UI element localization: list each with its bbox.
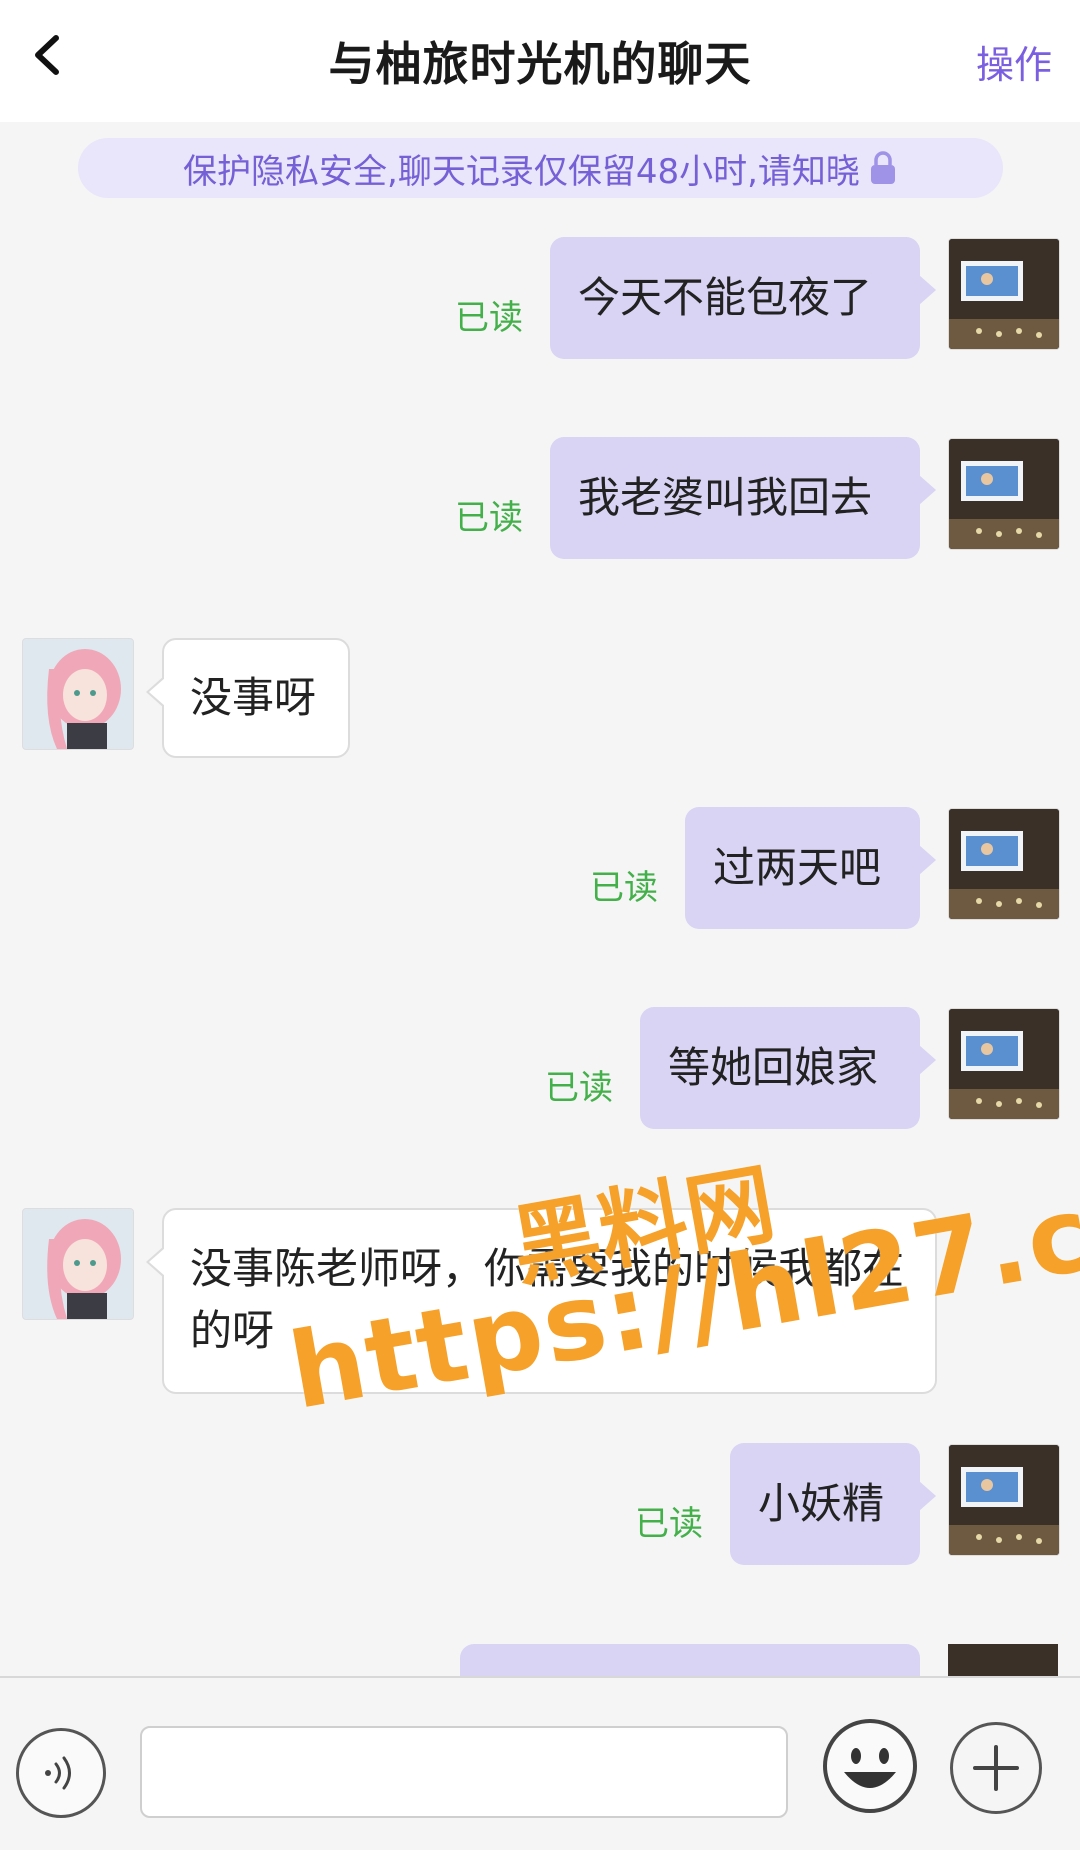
- avatar[interactable]: [22, 638, 134, 750]
- message-text: 今天不能包夜了: [578, 273, 873, 322]
- emoji-button[interactable]: [820, 1716, 920, 1816]
- voice-input-button[interactable]: [16, 1728, 106, 1818]
- message-bubble-sent[interactable]: 我老婆叫我回去: [550, 437, 936, 559]
- privacy-notice-text: 保护隐私安全,聊天记录仅保留48小时,请知晓: [183, 151, 860, 192]
- message-text: 我老婆叫我回去: [578, 473, 873, 522]
- more-options-button[interactable]: [950, 1722, 1042, 1814]
- read-status: 已读: [545, 1068, 613, 1108]
- chat-header: 与柚旅时光机的聊天 操作: [0, 0, 1080, 122]
- tv-avatar-image: [949, 1445, 1059, 1555]
- tv-avatar-image: [949, 239, 1059, 349]
- message-text: 没事呀: [190, 673, 317, 722]
- page-title: 与柚旅时光机的聊天: [328, 37, 752, 91]
- read-status: 已读: [635, 1504, 703, 1544]
- smiley-face-icon: [823, 1719, 917, 1813]
- read-status: 已读: [590, 868, 658, 908]
- tv-avatar-image: [949, 439, 1059, 549]
- privacy-notice: 保护隐私安全,聊天记录仅保留48小时,请知晓: [78, 138, 1003, 198]
- avatar[interactable]: [948, 438, 1060, 550]
- read-status: 已读: [455, 298, 523, 338]
- avatar[interactable]: [948, 808, 1060, 920]
- voice-wave-icon: [45, 1756, 71, 1790]
- message-bubble-sent[interactable]: 今天不能包夜了: [550, 237, 936, 359]
- chevron-left-icon: [35, 35, 59, 75]
- message-text: 过两天吧: [713, 843, 882, 892]
- message-text: 等她回娘家: [668, 1043, 879, 1092]
- message-bubble-partial[interactable]: [460, 1644, 920, 1678]
- lock-icon: [870, 151, 895, 184]
- anime-girl-avatar-image: [23, 1209, 133, 1319]
- message-bubble-sent[interactable]: 等她回娘家: [640, 1007, 936, 1129]
- message-text: 没事陈老师呀，你需要我的时候我都在的呀: [190, 1244, 905, 1355]
- avatar[interactable]: [22, 1208, 134, 1320]
- anime-girl-avatar-image: [23, 639, 133, 749]
- message-bubble-sent[interactable]: 小妖精: [730, 1443, 936, 1565]
- back-button[interactable]: [22, 20, 72, 90]
- message-input[interactable]: [140, 1726, 788, 1818]
- avatar-partial: [948, 1644, 1058, 1678]
- avatar[interactable]: [948, 1008, 1060, 1120]
- message-bubble-sent[interactable]: 过两天吧: [685, 807, 936, 929]
- composer-bar: [0, 1676, 1080, 1850]
- message-bubble-received[interactable]: 没事呀: [146, 638, 350, 758]
- message-text: 小妖精: [758, 1479, 885, 1528]
- avatar[interactable]: [948, 238, 1060, 350]
- tv-avatar-image: [949, 1009, 1059, 1119]
- message-bubble-received[interactable]: 没事陈老师呀，你需要我的时候我都在的呀: [146, 1208, 937, 1394]
- tv-avatar-image: [949, 809, 1059, 919]
- avatar[interactable]: [948, 1444, 1060, 1556]
- read-status: 已读: [455, 498, 523, 538]
- actions-button[interactable]: 操作: [976, 34, 1052, 89]
- plus-icon: [973, 1745, 1019, 1791]
